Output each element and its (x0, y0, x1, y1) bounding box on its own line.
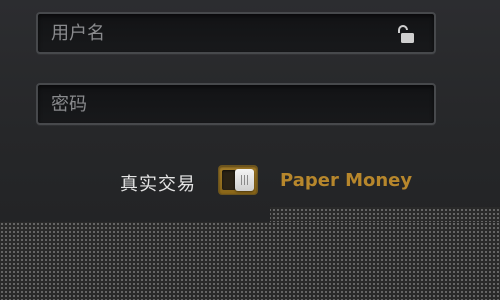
dotted-background-notch (270, 207, 500, 222)
password-input[interactable] (38, 85, 434, 123)
username-field[interactable] (36, 12, 436, 54)
lock-open-icon[interactable] (394, 23, 416, 45)
username-input[interactable] (38, 14, 434, 52)
dotted-background (0, 222, 500, 300)
trading-mode-switch[interactable] (218, 165, 258, 195)
grip-icon (241, 175, 248, 185)
switch-knob[interactable] (235, 169, 254, 191)
live-trading-label[interactable]: 真实交易 (120, 170, 196, 196)
switch-track (222, 170, 236, 190)
trading-mode-toggle-row: 真实交易 Paper Money (0, 160, 500, 202)
login-panel: 真实交易 Paper Money (0, 0, 500, 222)
password-field[interactable] (36, 83, 436, 125)
paper-money-label[interactable]: Paper Money (280, 170, 412, 191)
